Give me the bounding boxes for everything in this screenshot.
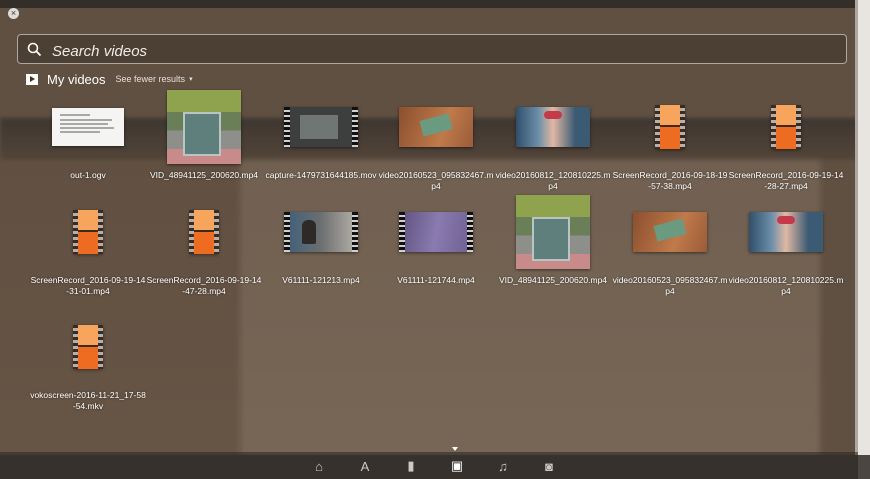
result-item[interactable]: ScreenRecord_2016-09-19-14-28-27.mp4 — [728, 88, 844, 200]
video-thumbnail — [516, 107, 590, 147]
result-label: ScreenRecord_2016-09-19-14-47-28.mp4 — [146, 275, 262, 296]
see-fewer-results-link[interactable]: See fewer results — [116, 74, 186, 84]
result-item[interactable]: video20160812_120810225.mp4 — [728, 193, 844, 305]
photos-icon[interactable]: ◙ — [540, 457, 558, 475]
home-icon[interactable]: ⌂ — [310, 457, 328, 475]
video-thumbnail — [399, 107, 473, 147]
result-label: video20160812_120810225.mp4 — [728, 275, 844, 296]
video-thumbnail — [167, 90, 241, 164]
result-label: out-1.ogv — [70, 170, 106, 180]
video-category-icon — [26, 73, 38, 85]
result-item[interactable]: VID_48941125_200620.mp4 — [495, 193, 611, 305]
result-label: capture-1479731644185.mov — [265, 170, 377, 180]
result-item[interactable]: out-1.ogv — [30, 88, 146, 200]
result-item[interactable]: V61111-121744.mp4 — [378, 193, 494, 305]
result-item[interactable]: ScreenRecord_2016-09-19-14-47-28.mp4 — [146, 193, 262, 305]
result-label: video20160812_120810225.mp4 — [495, 170, 611, 191]
video-file-icon — [189, 210, 219, 254]
result-item[interactable]: V61111-121213.mp4 — [263, 193, 379, 305]
files-icon[interactable]: ▮ — [402, 457, 420, 475]
video-file-icon — [771, 105, 801, 149]
result-item[interactable]: VID_48941125_200620.mp4 — [146, 88, 262, 200]
document-thumbnail — [52, 108, 124, 146]
music-icon[interactable]: ♫ — [494, 457, 512, 475]
result-item[interactable]: ScreenRecord_2016-09-18-19-57-38.mp4 — [612, 88, 728, 200]
applications-icon[interactable]: A — [356, 457, 374, 475]
result-item[interactable]: video20160523_095832467.mp4 — [612, 193, 728, 305]
result-label: VID_48941125_200620.mp4 — [498, 275, 608, 285]
result-label: V61111-121744.mp4 — [397, 275, 475, 285]
result-item[interactable]: ScreenRecord_2016-09-19-14-31-01.mp4 — [30, 193, 146, 305]
category-title: My videos — [47, 71, 106, 87]
result-item[interactable]: video20160523_095832467.mp4 — [378, 88, 494, 200]
active-scope-indicator — [452, 447, 458, 451]
video-thumbnail — [516, 195, 590, 269]
video-thumbnail — [749, 212, 823, 252]
category-header: My videos See fewer results ▾ — [26, 71, 193, 87]
video-file-icon — [655, 105, 685, 149]
result-label: ScreenRecord_2016-09-19-14-28-27.mp4 — [728, 170, 844, 191]
result-label: vokoscreen-2016-11-21_17-58-54.mkv — [30, 390, 146, 411]
result-label: VID_48941125_200620.mp4 — [149, 170, 259, 180]
video-thumbnail — [284, 107, 358, 147]
video-file-icon — [73, 210, 103, 254]
result-label: V61111-121213.mp4 — [282, 275, 360, 285]
scope-dock — [0, 452, 858, 479]
video-file-icon — [73, 325, 103, 369]
result-label: video20160523_095832467.mp4 — [612, 275, 728, 296]
search-icon — [27, 42, 42, 57]
video-thumbnail — [399, 212, 473, 252]
search-bar — [17, 34, 847, 64]
video-thumbnail — [284, 212, 358, 252]
search-input[interactable] — [50, 39, 834, 63]
result-label: ScreenRecord_2016-09-18-19-57-38.mp4 — [612, 170, 728, 191]
result-item[interactable]: vokoscreen-2016-11-21_17-58-54.mkv — [30, 308, 146, 420]
result-label: video20160523_095832467.mp4 — [378, 170, 494, 191]
result-label: ScreenRecord_2016-09-19-14-31-01.mp4 — [30, 275, 146, 296]
videos-icon[interactable]: ▣ — [448, 457, 466, 475]
close-icon[interactable]: × — [8, 8, 19, 19]
result-item[interactable]: video20160812_120810225.mp4 — [495, 88, 611, 200]
video-thumbnail — [633, 212, 707, 252]
result-item[interactable]: capture-1479731644185.mov — [263, 88, 379, 200]
chevron-down-icon[interactable]: ▾ — [189, 75, 193, 83]
